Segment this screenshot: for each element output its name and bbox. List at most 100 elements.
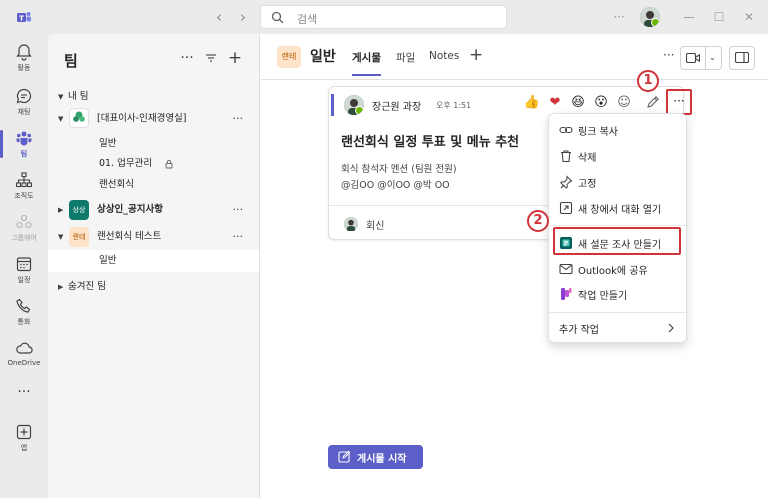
rail-item-chat[interactable]: 채팅 <box>0 82 48 124</box>
menu-item-delete[interactable]: 삭제 <box>549 144 688 168</box>
rail-item-activity[interactable]: 활동 <box>0 38 48 80</box>
more-options-icon[interactable]: ··· <box>610 8 628 26</box>
channel-name: 01. 업무관리 <box>99 158 153 169</box>
menu-item-pin[interactable]: 고정 <box>549 170 688 194</box>
maximize-icon[interactable]: ☐ <box>710 8 728 26</box>
link-icon <box>559 126 573 134</box>
forward-arrow-icon[interactable]: › <box>234 8 252 26</box>
caret-down-icon: ▼ <box>58 115 64 123</box>
edit-pencil-icon[interactable] <box>645 94 661 110</box>
svg-text:T: T <box>19 15 24 23</box>
menu-item-label: Outlook에 공유 <box>578 266 648 277</box>
person-photo-icon <box>640 7 660 27</box>
rail-item-calls[interactable]: 통화 <box>0 292 48 334</box>
rail-label: 채팅 <box>17 108 31 116</box>
menu-item-label: 작업 만들기 <box>578 291 628 302</box>
surprised-reaction-icon[interactable]: 😮 <box>592 94 610 112</box>
team-more-icon[interactable]: ··· <box>233 199 244 221</box>
channel-name-title: 일반 <box>310 49 336 65</box>
hidden-teams-section[interactable]: ▶ 숨겨진 팀 <box>48 276 259 298</box>
menu-item-more-actions[interactable]: 추가 작업 <box>549 316 688 340</box>
team-avatar <box>69 108 89 128</box>
channel-row-selected[interactable]: 일반 <box>48 250 259 272</box>
menu-item-create-task[interactable]: 작업 만들기 <box>549 282 688 306</box>
rail-label: 활동 <box>17 64 31 72</box>
rail-item-groupware[interactable]: 그룹웨어 <box>0 208 48 250</box>
add-team-icon[interactable]: + <box>226 49 244 67</box>
reply-button[interactable]: 회신 <box>366 217 384 232</box>
channel-info-button[interactable] <box>729 46 755 70</box>
channel-row[interactable]: 랜선회식 <box>48 174 259 196</box>
post-author-name[interactable]: 장근원 과장 <box>372 98 421 113</box>
add-reaction-icon[interactable]: ☺ <box>615 94 633 112</box>
post-body-line: 회식 참석자 멘션 (팀원 전원) <box>341 164 457 175</box>
meet-button[interactable]: ⌄ <box>680 46 722 70</box>
pin-icon <box>560 175 573 189</box>
back-arrow-icon[interactable]: ‹ <box>210 8 228 26</box>
trash-icon <box>561 150 571 163</box>
laugh-reaction-icon[interactable]: 😆 <box>569 94 587 112</box>
teams-logo-icon: T <box>17 12 31 23</box>
channel-team-badge: 랜테 <box>277 46 301 68</box>
teams-panel: 팀 ··· + ▼ 내 팀 ▼ [대표이사-인재경영실] ··· 일반 01. … <box>48 34 260 498</box>
caret-right-icon: ▶ <box>58 283 64 291</box>
post-accent-bar <box>331 94 334 116</box>
planner-icon <box>561 288 572 300</box>
channel-name: 일반 <box>99 255 117 266</box>
like-reaction-icon[interactable]: 👍 <box>523 94 541 112</box>
menu-item-copy-link[interactable]: 링크 복사 <box>549 118 688 142</box>
rail-item-teams[interactable]: 팀 <box>0 124 48 166</box>
chevron-right-icon <box>668 323 674 333</box>
filter-icon[interactable] <box>202 49 220 67</box>
channel-name: 일반 <box>99 138 117 149</box>
rail-item-apps[interactable]: 앱 <box>0 418 48 460</box>
channel-name: 랜선회식 <box>99 179 134 190</box>
close-icon[interactable]: ✕ <box>740 8 758 26</box>
channel-row[interactable]: 일반 <box>48 133 259 155</box>
post-author-avatar[interactable] <box>344 95 364 115</box>
bell-icon <box>16 44 32 61</box>
search-input[interactable]: 검색 <box>260 5 507 29</box>
team-more-icon[interactable]: ··· <box>233 226 244 248</box>
rail-item-onedrive[interactable]: OneDrive <box>0 334 48 376</box>
channel-row[interactable]: 01. 업무관리 <box>48 153 259 175</box>
person-photo-icon <box>344 217 358 232</box>
team-row-notice[interactable]: ▶ 상상 상상인_공지사항 ··· <box>48 199 259 221</box>
menu-divider <box>549 312 688 313</box>
panel-more-icon[interactable]: ··· <box>178 49 196 67</box>
menu-item-open-new-window[interactable]: 새 창에서 대화 열기 <box>549 196 688 220</box>
rail-item-calendar[interactable]: 일정 <box>0 250 48 292</box>
org-chart-icon <box>15 172 33 188</box>
post-mentions[interactable]: @김OO @이OO @박 OO <box>341 177 450 191</box>
rail-item-org-chart[interactable]: 조직도 <box>0 166 48 208</box>
step-callout-1: 1 <box>637 70 659 92</box>
section-label: 숨겨진 팀 <box>68 281 106 292</box>
menu-item-label: 링크 복사 <box>578 127 618 138</box>
tab-posts[interactable]: 게시물 <box>352 50 381 76</box>
team-more-icon[interactable]: ··· <box>233 108 244 130</box>
panel-title: 팀 <box>64 52 78 70</box>
pop-out-icon <box>559 201 573 215</box>
panel-toggle-icon <box>735 52 749 63</box>
rail-label: 통화 <box>17 318 31 326</box>
compose-icon <box>338 450 351 463</box>
tab-files[interactable]: 파일 <box>396 50 415 65</box>
profile-avatar[interactable] <box>640 7 660 27</box>
post-more-options-button[interactable]: ··· <box>666 89 692 115</box>
tab-notes[interactable]: Notes <box>429 50 459 62</box>
chat-icon <box>16 88 32 104</box>
rail-more-apps[interactable]: ··· <box>0 378 48 420</box>
menu-item-share-outlook[interactable]: Outlook에 공유 <box>549 257 688 281</box>
search-icon <box>271 11 284 24</box>
heart-reaction-icon[interactable]: ❤ <box>546 94 564 112</box>
start-post-button[interactable]: 게시물 시작 <box>328 445 423 469</box>
header-more-icon[interactable]: ··· <box>663 48 674 62</box>
calendar-icon <box>16 257 32 272</box>
start-post-label: 게시물 시작 <box>357 454 407 465</box>
my-teams-section[interactable]: ▼ 내 팀 <box>48 86 259 108</box>
add-tab-icon[interactable]: + <box>469 45 483 65</box>
team-row-test[interactable]: ▼ 랜테 랜선회식 테스트 ··· <box>48 226 259 248</box>
chevron-down-icon: ⌄ <box>709 53 716 62</box>
team-row-executive[interactable]: ▼ [대표이사-인재경영실] ··· <box>48 108 259 130</box>
minimize-icon[interactable]: — <box>680 8 698 26</box>
